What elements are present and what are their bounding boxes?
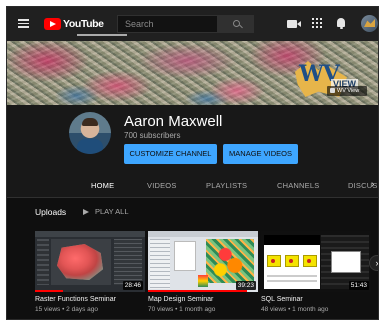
tabs-scroll-right-icon[interactable]: › xyxy=(371,179,374,190)
menu-icon[interactable] xyxy=(18,19,29,28)
tab-videos[interactable]: VIDEOS xyxy=(147,181,177,190)
active-tab-indicator xyxy=(77,34,127,36)
video-title[interactable]: SQL Seminar xyxy=(261,296,371,303)
youtube-logo[interactable]: YouTube xyxy=(44,17,104,31)
link-icon xyxy=(330,88,335,93)
youtube-logo-text: YouTube xyxy=(63,18,104,30)
map-legend xyxy=(198,275,208,287)
video-thumbnail[interactable]: 51:43 xyxy=(261,231,371,292)
manage-videos-button[interactable]: MANAGE VIDEOS xyxy=(223,144,298,164)
map-design-image xyxy=(206,239,254,283)
play-all-label: PLAY ALL xyxy=(95,207,129,216)
customize-channel-button[interactable]: CUSTOMIZE CHANNEL xyxy=(124,144,217,164)
channel-avatar xyxy=(69,112,111,154)
channel-tabs: HOME VIDEOS PLAYLISTS CHANNELS DISCUS › xyxy=(7,169,378,197)
video-metadata: 48 views • 1 month ago xyxy=(261,306,329,313)
tab-channels[interactable]: CHANNELS xyxy=(277,181,319,190)
play-icon xyxy=(83,209,89,215)
video-metadata: 70 views • 1 month ago xyxy=(148,306,216,313)
notifications-icon[interactable] xyxy=(337,18,345,29)
video-duration: 39:23 xyxy=(235,281,256,290)
youtube-channel-page: YouTube Search WV VIEW WV View Aaron Max… xyxy=(6,6,379,320)
watch-progress-bar xyxy=(148,290,247,292)
video-title[interactable]: Map Design Seminar xyxy=(148,296,258,303)
video-metadata: 15 views • 2 days ago xyxy=(35,306,98,313)
video-card[interactable]: 28:46 Raster Functions Seminar 15 views … xyxy=(35,231,145,313)
apps-icon[interactable] xyxy=(312,18,322,28)
play-all-button[interactable]: PLAY ALL xyxy=(83,207,129,216)
video-duration: 28:46 xyxy=(122,281,143,290)
banner-link[interactable]: WV View xyxy=(327,86,367,96)
video-thumbnail[interactable]: 28:46 xyxy=(35,231,145,292)
video-card[interactable]: 39:23 Map Design Seminar 70 views • 1 mo… xyxy=(148,231,258,313)
video-duration: 51:43 xyxy=(348,281,369,290)
watch-progress-bar xyxy=(35,290,63,292)
video-thumbnail[interactable]: 39:23 xyxy=(148,231,258,292)
youtube-play-icon xyxy=(44,18,61,30)
channel-banner: WV VIEW WV View xyxy=(7,41,378,105)
tab-home[interactable]: HOME xyxy=(91,181,114,190)
search-button[interactable] xyxy=(218,15,254,33)
video-card[interactable]: 51:43 SQL Seminar 48 views • 1 month ago xyxy=(261,231,371,313)
subscriber-count: 700 subscribers xyxy=(124,131,181,140)
search-input[interactable]: Search xyxy=(117,15,218,33)
video-title[interactable]: Raster Functions Seminar xyxy=(35,296,145,303)
uploads-heading[interactable]: Uploads xyxy=(35,207,66,217)
banner-link-text: WV View xyxy=(337,88,360,94)
slide-image xyxy=(264,235,320,289)
tab-playlists[interactable]: PLAYLISTS xyxy=(206,181,247,190)
account-avatar[interactable] xyxy=(361,15,378,32)
search-icon xyxy=(233,20,240,27)
channel-name: Aaron Maxwell xyxy=(124,113,223,130)
carousel-next-button[interactable]: › xyxy=(369,255,378,271)
create-video-icon[interactable] xyxy=(287,20,301,28)
top-bar: YouTube Search xyxy=(7,7,378,41)
